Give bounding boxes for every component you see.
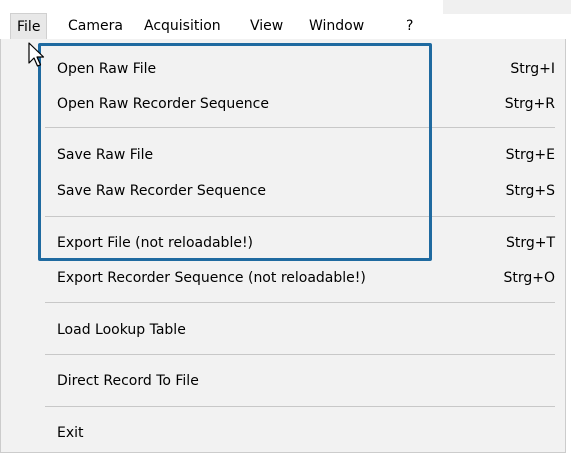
menu-separator: [45, 354, 555, 355]
menu-item-export-file[interactable]: Export File (not reloadable!) Strg+T: [1, 226, 565, 260]
menu-view[interactable]: View: [244, 13, 289, 39]
menu-item-label: Export File (not reloadable!): [57, 235, 254, 251]
menu-item-shortcut: Strg+O: [503, 270, 555, 286]
menu-bar: File Camera Acquisition View Window ?: [0, 0, 571, 40]
menu-acquisition[interactable]: Acquisition: [138, 13, 227, 39]
menu-item-open-raw-file[interactable]: Open Raw File Strg+I: [1, 52, 565, 86]
menu-camera[interactable]: Camera: [62, 13, 129, 39]
menu-item-label: Direct Record To File: [57, 373, 199, 389]
menu-item-exit[interactable]: Exit: [1, 416, 565, 450]
menu-item-label: Exit: [57, 425, 84, 441]
menu-item-shortcut: Strg+R: [504, 96, 555, 112]
menu-item-export-recorder-sequence[interactable]: Export Recorder Sequence (not reloadable…: [1, 261, 565, 295]
menu-separator: [45, 302, 555, 303]
menu-item-shortcut: Strg+S: [505, 183, 555, 199]
title-bar-strip: [443, 0, 571, 14]
menu-item-label: Open Raw Recorder Sequence: [57, 96, 269, 112]
menu-item-label: Export Recorder Sequence (not reloadable…: [57, 270, 366, 286]
menu-item-shortcut: Strg+I: [510, 61, 555, 77]
menu-item-shortcut: Strg+E: [505, 147, 555, 163]
menu-item-save-raw-recorder-sequence[interactable]: Save Raw Recorder Sequence Strg+S: [1, 174, 565, 208]
menu-item-direct-record-to-file[interactable]: Direct Record To File: [1, 364, 565, 398]
menu-item-label: Open Raw File: [57, 61, 157, 77]
menu-item-save-raw-file[interactable]: Save Raw File Strg+E: [1, 138, 565, 172]
menu-item-shortcut: Strg+T: [505, 235, 555, 251]
arrow-cursor-icon: [28, 42, 45, 67]
menu-item-label: Save Raw File: [57, 147, 154, 163]
menu-item-label: Save Raw Recorder Sequence: [57, 183, 266, 199]
menu-help[interactable]: ?: [400, 13, 419, 39]
menu-item-label: Load Lookup Table: [57, 322, 186, 338]
menu-separator: [45, 216, 555, 217]
menu-item-load-lookup-table[interactable]: Load Lookup Table: [1, 313, 565, 347]
menu-item-open-raw-recorder-sequence[interactable]: Open Raw Recorder Sequence Strg+R: [1, 87, 565, 121]
menu-separator: [45, 127, 555, 128]
menu-file[interactable]: File: [10, 13, 48, 39]
menu-window[interactable]: Window: [303, 13, 370, 39]
file-dropdown-menu: Open Raw File Strg+I Open Raw Recorder S…: [0, 39, 566, 453]
menu-separator: [45, 406, 555, 407]
